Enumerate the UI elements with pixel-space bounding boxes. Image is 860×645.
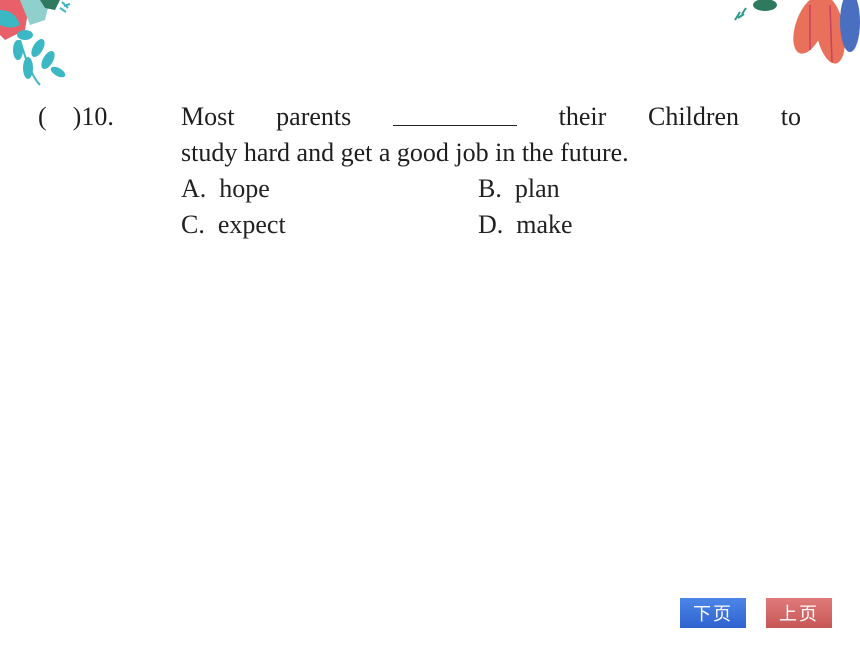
- word: their: [558, 102, 607, 131]
- option-text: expect: [217, 210, 286, 239]
- word: Children: [648, 102, 740, 131]
- option-b: B. plan: [478, 171, 560, 207]
- option-d: D. make: [478, 207, 573, 243]
- floral-decoration-top-right: [734, 0, 860, 64]
- option-label: C.: [181, 210, 205, 239]
- option-c: C. expect: [181, 207, 286, 243]
- option-a: A. hope: [181, 171, 270, 207]
- previous-page-button[interactable]: 上页: [766, 598, 832, 628]
- floral-decoration-top-left: [0, 0, 71, 86]
- question-line-1: Most parents their Children to: [181, 99, 801, 135]
- option-text: make: [516, 210, 573, 239]
- option-label: A.: [181, 174, 207, 203]
- option-text: plan: [514, 174, 560, 203]
- question-line-2: study hard and get a good job in the fut…: [181, 138, 629, 167]
- option-text: hope: [219, 174, 270, 203]
- word: to: [780, 102, 801, 131]
- word: parents: [276, 102, 352, 131]
- option-label: B.: [478, 174, 502, 203]
- question-number: ( )10.: [38, 102, 114, 131]
- next-page-button[interactable]: 下页: [680, 598, 746, 628]
- word: Most: [181, 102, 235, 131]
- answer-blank: [392, 99, 517, 126]
- option-label: D.: [478, 210, 504, 239]
